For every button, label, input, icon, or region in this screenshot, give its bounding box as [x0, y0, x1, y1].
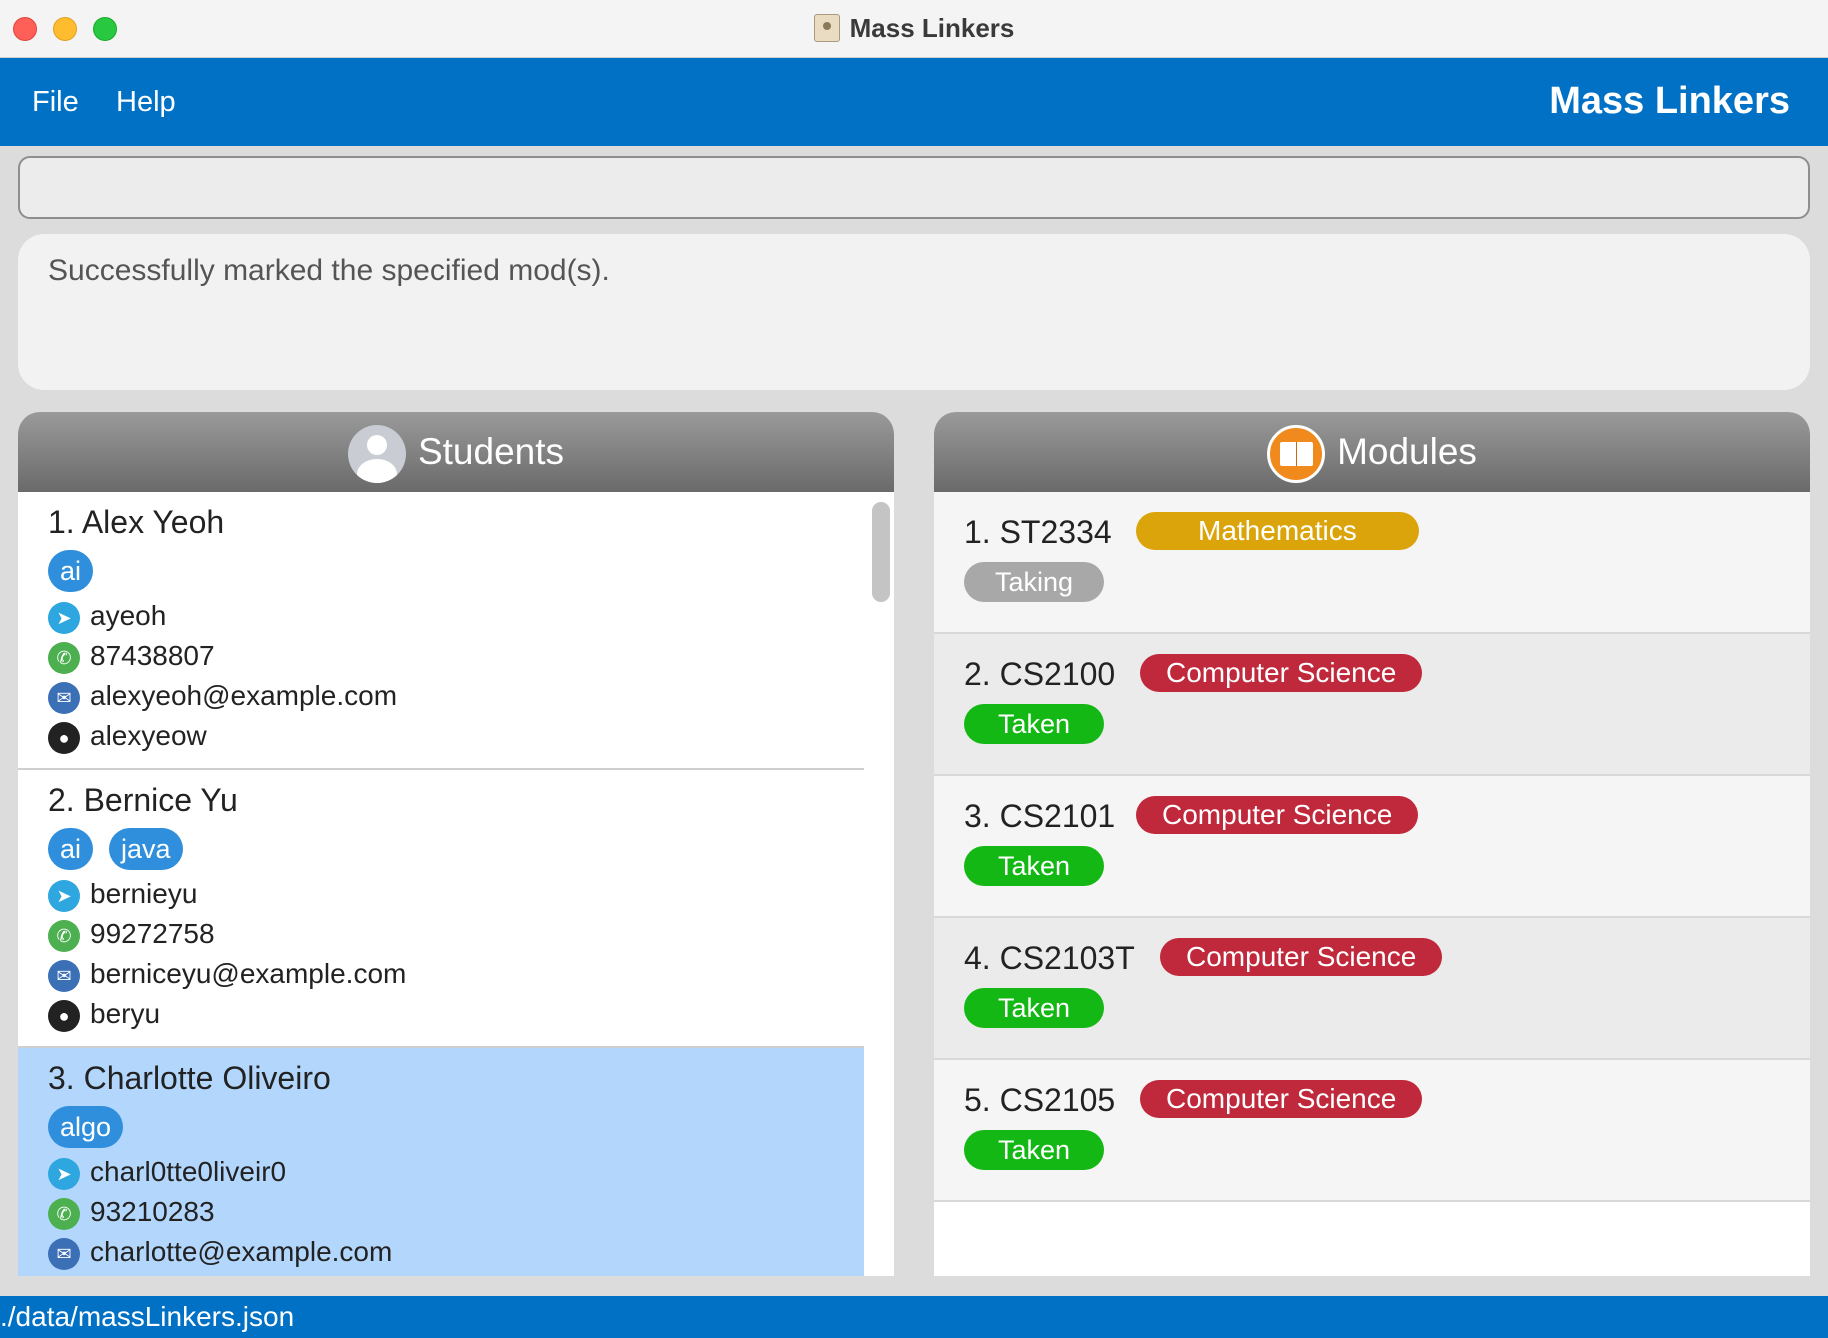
student-card[interactable]: 1. Alex Yeoh ai ➤ ayeoh ✆ 87438807 ✉ alexye…: [18, 492, 864, 770]
module-card[interactable]: 4. CS2103T Computer Science Taken: [934, 918, 1810, 1060]
student-email: berniceyu@example.com: [90, 958, 407, 989]
telegram-icon: ➤: [48, 601, 80, 634]
student-email: charlotte@example.com: [90, 1236, 393, 1267]
students-panel-header: Students: [18, 412, 894, 492]
student-telegram: bernieyu: [90, 878, 198, 909]
email-icon: ✉: [48, 959, 80, 992]
module-card[interactable]: 1. ST2334 Mathematics Taking: [934, 492, 1810, 634]
student-name: 3. Charlotte Oliveiro: [48, 1060, 331, 1096]
github-icon: ●: [48, 999, 80, 1032]
telegram-icon: ➤: [48, 879, 80, 912]
student-card-selected[interactable]: 3. Charlotte Oliveiro algo ➤ charl0tte0li…: [18, 1048, 864, 1276]
student-name: 1. Alex Yeoh: [48, 504, 225, 540]
module-department-badge: Computer Science: [1140, 654, 1423, 692]
student-github: alexyeow: [90, 720, 207, 751]
menu-file[interactable]: File: [32, 86, 79, 119]
module-status-badge: Taken: [964, 988, 1104, 1028]
github-icon: ●: [48, 721, 80, 754]
module-code: 3. CS2101: [964, 798, 1116, 834]
modules-panel-title: Modules: [1337, 431, 1477, 472]
student-tags: algo: [48, 1106, 139, 1148]
student-list[interactable]: 1. Alex Yeoh ai ➤ ayeoh ✆ 87438807 ✉ alexye…: [18, 492, 864, 1276]
module-department-badge: Mathematics: [1136, 512, 1419, 550]
email-row: ✉ berniceyu@example.com: [48, 956, 406, 992]
module-status-badge: Taken: [964, 846, 1104, 886]
student-card[interactable]: 2. Bernice Yu ai java ➤ bernieyu ✆ 99272758…: [18, 770, 864, 1048]
telegram-icon: ➤: [48, 1157, 80, 1190]
status-bar: ./data/massLinkers.json: [0, 1296, 1828, 1338]
email-row: ✉ charlotte@example.com: [48, 1234, 392, 1270]
module-status-badge: Taken: [964, 704, 1104, 744]
window-title: Mass Linkers: [849, 13, 1015, 43]
student-phone: 99272758: [90, 918, 215, 949]
menu-bar: File Help Mass Linkers: [0, 58, 1828, 146]
student-tag: ai: [48, 828, 94, 870]
result-display: Successfully marked the specified mod(s)…: [18, 234, 1810, 390]
students-panel: Students 1. Alex Yeoh ai ➤ ayeoh ✆ 8743880…: [18, 412, 894, 1276]
student-tag: java: [109, 828, 183, 870]
email-icon: ✉: [48, 1237, 80, 1270]
telegram-row: ➤ bernieyu: [48, 876, 197, 912]
phone-row: ✆ 87438807: [48, 638, 215, 674]
telegram-row: ➤ ayeoh: [48, 598, 166, 634]
result-message: Successfully marked the specified mod(s)…: [48, 254, 610, 287]
github-row: ● beryu: [48, 996, 160, 1032]
module-code: 1. ST2334: [964, 514, 1112, 550]
window-title-group: Mass Linkers: [0, 13, 1828, 44]
window-titlebar: Mass Linkers: [0, 0, 1828, 58]
telegram-row: ➤ charl0tte0liveir0: [48, 1154, 286, 1190]
module-card[interactable]: 2. CS2100 Computer Science Taken: [934, 634, 1810, 776]
student-email: alexyeoh@example.com: [90, 680, 398, 711]
phone-icon: ✆: [48, 919, 80, 952]
module-status-badge: Taking: [964, 562, 1104, 602]
module-department-badge: Computer Science: [1160, 938, 1443, 976]
phone-icon: ✆: [48, 1197, 80, 1230]
module-code: 4. CS2103T: [964, 940, 1135, 976]
modules-panel-header: Modules: [934, 412, 1810, 492]
app-brand-title: Mass Linkers: [1549, 80, 1790, 122]
student-tag: algo: [48, 1106, 124, 1148]
module-list[interactable]: 1. ST2334 Mathematics Taking 2. CS2100 C…: [934, 492, 1810, 1276]
student-name: 2. Bernice Yu: [48, 782, 238, 818]
student-phone: 93210283: [90, 1196, 215, 1227]
github-row: ● alexyeow: [48, 718, 207, 754]
data-file-path: ./data/massLinkers.json: [0, 1301, 295, 1332]
person-icon: [347, 425, 406, 484]
module-department-badge: Computer Science: [1140, 1080, 1423, 1118]
student-telegram: ayeoh: [90, 600, 167, 631]
student-tags: ai java: [48, 828, 199, 870]
students-panel-title: Students: [417, 431, 565, 472]
phone-row: ✆ 93210283: [48, 1194, 215, 1230]
student-github: beryu: [90, 998, 161, 1029]
module-code: 5. CS2105: [964, 1082, 1116, 1118]
app-document-icon: [813, 14, 840, 42]
modules-panel: Modules 1. ST2334 Mathematics Taking 2. …: [934, 412, 1810, 1276]
student-tag: ai: [48, 550, 94, 592]
student-list-scrollbar[interactable]: [872, 502, 890, 602]
menu-help[interactable]: Help: [116, 86, 176, 119]
student-tags: ai: [48, 550, 109, 592]
book-icon: [1267, 425, 1326, 484]
module-card[interactable]: 3. CS2101 Computer Science Taken: [934, 776, 1810, 918]
module-card[interactable]: 5. CS2105 Computer Science Taken: [934, 1060, 1810, 1202]
module-status-badge: Taken: [964, 1130, 1104, 1170]
module-code: 2. CS2100: [964, 656, 1116, 692]
student-telegram: charl0tte0liveir0: [90, 1156, 287, 1187]
module-department-badge: Computer Science: [1136, 796, 1419, 834]
email-icon: ✉: [48, 681, 80, 714]
phone-icon: ✆: [48, 641, 80, 674]
phone-row: ✆ 99272758: [48, 916, 215, 952]
email-row: ✉ alexyeoh@example.com: [48, 678, 397, 714]
command-input[interactable]: [18, 156, 1810, 219]
student-phone: 87438807: [90, 640, 215, 671]
